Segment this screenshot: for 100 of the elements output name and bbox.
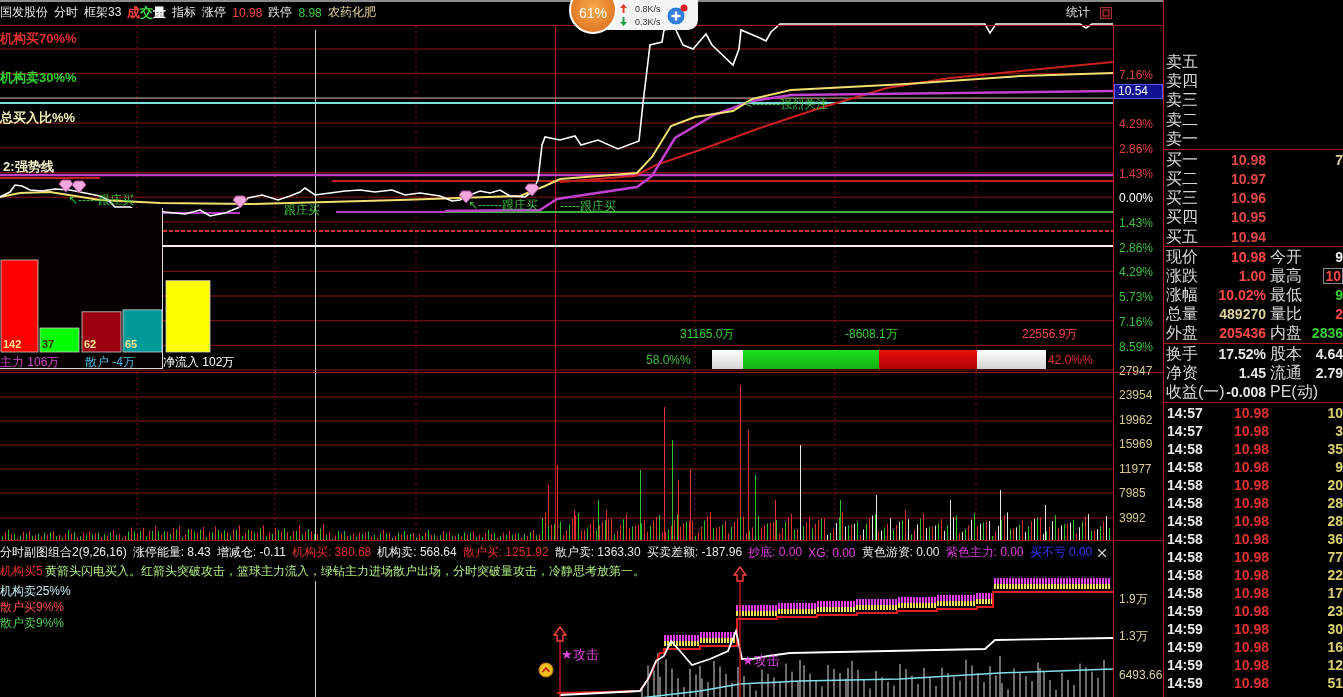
indicator-label: 总买入比%% (0, 110, 76, 125)
trade-volume: 9 (1335, 458, 1343, 475)
limit-label: 跌停 (268, 4, 293, 21)
ratio-label: 42.0%% (1048, 353, 1093, 367)
trade-volume: 30 (1327, 620, 1343, 637)
bid-level-label: 买四 (1166, 208, 1199, 227)
axis-label: 23954 (1118, 388, 1153, 403)
menu-item[interactable]: 成交量 (127, 3, 167, 22)
indicator-readout: XG: 0.00 (808, 545, 856, 560)
quote-label: 涨跌 (1166, 267, 1198, 286)
quote-label: PE(动) (1270, 383, 1318, 402)
plus-icon[interactable] (665, 4, 688, 26)
price-tag: 10.54 (1114, 84, 1163, 100)
quote-label: 最低 (1270, 286, 1302, 305)
ask-level-label: 卖一 (1166, 130, 1198, 149)
bid-price: 10.94 (1229, 228, 1266, 245)
indicator-label: 2:强势线 (3, 159, 54, 174)
trade-price: 10.98 (1232, 458, 1269, 475)
trade-price: 10.98 (1232, 656, 1269, 673)
flow-amount: 31165.0万 (680, 327, 735, 341)
trade-price: 10.98 (1232, 440, 1269, 457)
trade-volume: 12 (1327, 656, 1343, 673)
quote-value: 205436 (1219, 325, 1266, 342)
quote-label: 流通 (1270, 363, 1302, 382)
ask-level-label: 卖二 (1166, 110, 1198, 129)
menu-item[interactable]: 分时 (54, 4, 78, 21)
menu-item[interactable]: 指标 (172, 4, 197, 21)
indicator-label: 散户卖9%% (0, 616, 64, 630)
flow-amount: 22556.9万 (1022, 327, 1078, 341)
trade-time: 14:59 (1167, 620, 1204, 637)
trade-time: 14:58 (1167, 566, 1204, 583)
axis-label: 11977 (1118, 461, 1152, 476)
trade-volume: 3 (1335, 422, 1343, 439)
gem-icon (458, 190, 474, 204)
trade-time: 14:59 (1167, 674, 1204, 691)
axis-label: 4.29% (1118, 265, 1154, 280)
indicator-readout: 增减仓: -0.11 (216, 544, 286, 561)
quote-value: 2.79 (1315, 364, 1343, 381)
download-speed: 0.3K/s (635, 15, 661, 28)
trade-volume: 20 (1327, 476, 1343, 493)
bid-level-label: 买三 (1166, 189, 1199, 208)
close-icon[interactable] (1098, 548, 1107, 557)
indicator-readout: 散户卖: 1363.30 (554, 544, 641, 561)
axis-label: 4.29% (1118, 117, 1154, 132)
signal-annotation: ↖------跟庄买 (468, 198, 539, 212)
quote-label: 外盘 (1166, 324, 1198, 343)
bar-value: 142 (3, 338, 22, 350)
quote-label: 今开 (1270, 248, 1302, 266)
ask-level-label: 卖四 (1166, 72, 1198, 91)
limit-price: 8.98 (298, 5, 322, 20)
gem-icon (71, 180, 87, 194)
quote-value: 4.64 (1315, 345, 1343, 362)
signal-label: ★攻击 (561, 647, 599, 662)
chevron-badge-icon (538, 662, 554, 678)
quote-label: 净资 (1166, 363, 1198, 382)
menu-item[interactable]: 框架33 (84, 4, 122, 21)
trade-price: 10.98 (1232, 620, 1269, 637)
ask-level-label: 卖五 (1166, 52, 1198, 71)
trade-volume: 51 (1327, 674, 1343, 691)
quote-label: 换手 (1166, 344, 1198, 363)
trade-volume: 23 (1327, 602, 1343, 619)
quote-value: 9 (1335, 249, 1343, 265)
indicator-label: 机构卖30%% (0, 70, 77, 85)
indicator-readout: 买不亏 0.00 (1029, 544, 1093, 561)
trade-price: 10.98 (1232, 476, 1269, 493)
stats-tab[interactable]: 统计 (1066, 4, 1090, 21)
indicator-readout: 机构买: 380.68 (291, 544, 372, 561)
axis-label: 1.43% (1118, 216, 1154, 231)
trade-time: 14:58 (1167, 440, 1204, 457)
indicator-label: 机构买5 (0, 564, 43, 578)
trade-time: 14:58 (1167, 494, 1204, 511)
quote-value: 2 (1335, 306, 1343, 323)
axis-label: 6493.66 (1119, 668, 1163, 682)
indicator-label: 机构卖25%% (0, 584, 71, 598)
trade-volume: 77 (1327, 548, 1343, 565)
trade-time: 14:58 (1167, 548, 1204, 565)
bid-level-label: 买五 (1166, 227, 1199, 246)
trade-price: 10.98 (1232, 584, 1269, 601)
trade-volume: 22 (1327, 566, 1343, 583)
quote-label: 涨幅 (1166, 286, 1198, 305)
signal-description: 黄箭头闪电买入。红箭头突破攻击，篮球主力流入，绿钻主力进场散户出场，分时突破量攻击，冷静思考放第一。 (44, 564, 645, 578)
trade-time: 14:59 (1167, 638, 1204, 655)
quote-label: 总量 (1166, 305, 1198, 324)
quote-label: 股本 (1270, 344, 1302, 363)
trade-volume: 17 (1327, 584, 1343, 601)
trade-volume: 28 (1327, 512, 1343, 529)
axis-label: 1.3万 (1119, 629, 1148, 643)
axis-label: 2.86% (1118, 240, 1154, 255)
gem-icon (232, 195, 248, 209)
bid-price: 10.97 (1229, 170, 1266, 187)
square-icon[interactable] (1100, 6, 1112, 19)
stock-name: 国发股份 (0, 4, 48, 21)
quote-label: 量比 (1270, 305, 1302, 324)
trade-volume: 28 (1327, 494, 1343, 511)
trade-volume: 16 (1327, 638, 1343, 655)
trade-price: 10.98 (1232, 494, 1269, 511)
trade-time: 14:57 (1167, 422, 1204, 439)
quote-label: 收益(一) (1166, 383, 1225, 402)
trade-volume: 35 (1327, 440, 1343, 457)
down-arrow-icon (620, 17, 627, 26)
